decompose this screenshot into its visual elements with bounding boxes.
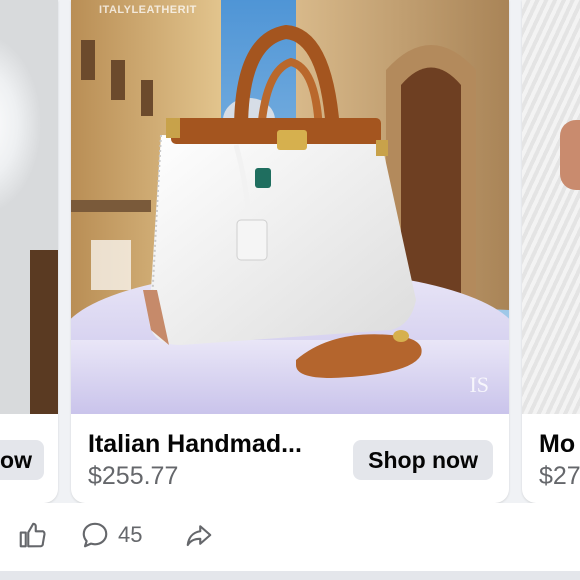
product-info-left: ow [0,414,58,503]
product-image-right[interactable] [522,0,580,414]
comment-count: 45 [118,522,143,547]
comment-icon [82,522,108,548]
product-price-right: $27 [539,462,580,490]
product-info-right: Mo $27 [522,414,580,503]
product-title-right[interactable]: Mo [539,430,575,459]
thumbs-up-icon [19,522,46,548]
product-image-main[interactable]: ITALYLEATHERIT IS [71,0,509,414]
product-card-right[interactable]: Mo $27 [522,0,580,503]
share-button[interactable] [184,520,214,550]
brand-monogram: IS [469,372,489,397]
comment-button[interactable]: 45 [80,520,142,550]
like-button[interactable] [17,520,47,550]
product-title[interactable]: Italian Handmad... [88,430,302,459]
product-card-left[interactable]: ow [0,0,58,503]
shop-now-button-left[interactable]: ow [0,440,44,480]
product-image-left[interactable] [0,0,58,414]
feed-divider [0,571,580,580]
product-card-main[interactable]: ITALYLEATHERIT IS Italian Handmad... $25… [71,0,509,503]
product-price: $255.77 [88,462,179,490]
share-arrow-icon [186,525,212,547]
shop-now-button[interactable]: Shop now [353,440,493,480]
product-carousel[interactable]: ow ITALYLEATHERIT IS Italian Handmad... … [0,0,580,503]
product-info-main: Italian Handmad... $255.77 Shop now [71,414,509,503]
post-action-bar: 45 [0,503,580,571]
image-watermark: ITALYLEATHERIT [99,4,197,16]
handbag-photo [71,0,509,414]
